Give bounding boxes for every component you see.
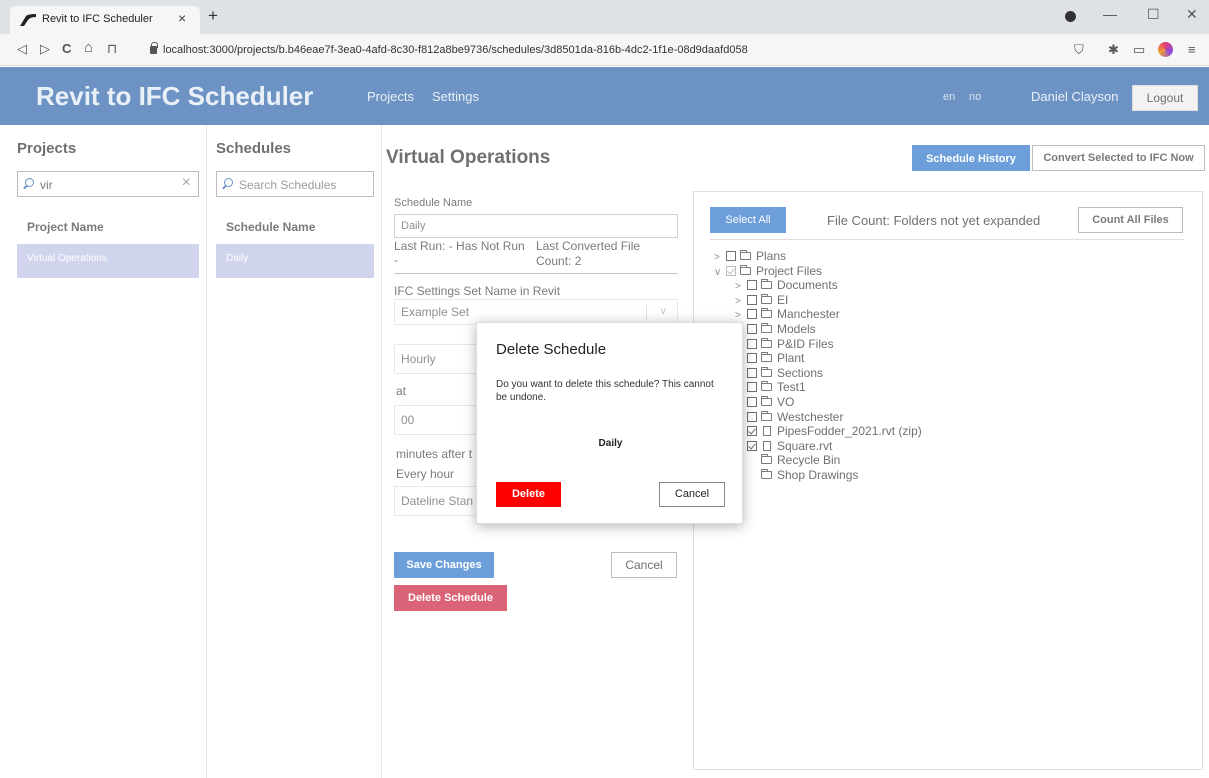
profile-icon[interactable] — [1065, 11, 1076, 22]
tab-close-icon[interactable]: × — [178, 10, 186, 26]
maximize-button[interactable]: ☐ — [1147, 6, 1160, 23]
app-favicon-icon — [20, 14, 36, 26]
extensions-icon[interactable]: ✱ — [1108, 42, 1119, 58]
delete-schedule-dialog: Delete Schedule Do you want to delete th… — [476, 322, 743, 524]
confirm-delete-button[interactable]: Delete — [496, 482, 561, 507]
url-field[interactable]: localhost:3000/projects/b.b46eae7f-3ea0-… — [163, 44, 748, 56]
bookmark-icon[interactable]: ⊓ — [107, 41, 117, 57]
tab-title: Revit to IFC Scheduler — [42, 13, 153, 25]
forward-icon[interactable]: ▷ — [40, 41, 50, 57]
window-close-button[interactable]: ✕ — [1186, 6, 1198, 23]
dialog-message: Do you want to delete this schedule? Thi… — [496, 379, 714, 403]
browser-tab-bar: Revit to IFC Scheduler × + — ☐ ✕ — [0, 0, 1209, 34]
browser-tab[interactable]: Revit to IFC Scheduler × — [10, 6, 200, 34]
browser-menu-icon[interactable]: ≡ — [1188, 42, 1196, 57]
dialog-title: Delete Schedule — [496, 341, 607, 358]
dialog-cancel-button[interactable]: Cancel — [659, 482, 725, 507]
reload-icon[interactable]: C — [62, 41, 71, 56]
brave-shield-icon[interactable]: ⛉ — [1074, 42, 1084, 58]
address-bar: ◁ ▷ C ⌂ ⊓ localhost:3000/projects/b.b46e… — [0, 34, 1209, 66]
profile-avatar-icon[interactable] — [1158, 42, 1173, 57]
home-icon[interactable]: ⌂ — [84, 39, 93, 56]
dialog-schedule-name: Daily — [598, 438, 623, 449]
back-icon[interactable]: ◁ — [17, 41, 27, 57]
lock-icon — [150, 42, 158, 54]
wallet-icon[interactable]: ▭ — [1133, 42, 1145, 58]
new-tab-button[interactable]: + — [208, 6, 218, 26]
minimize-button[interactable]: — — [1103, 6, 1117, 22]
